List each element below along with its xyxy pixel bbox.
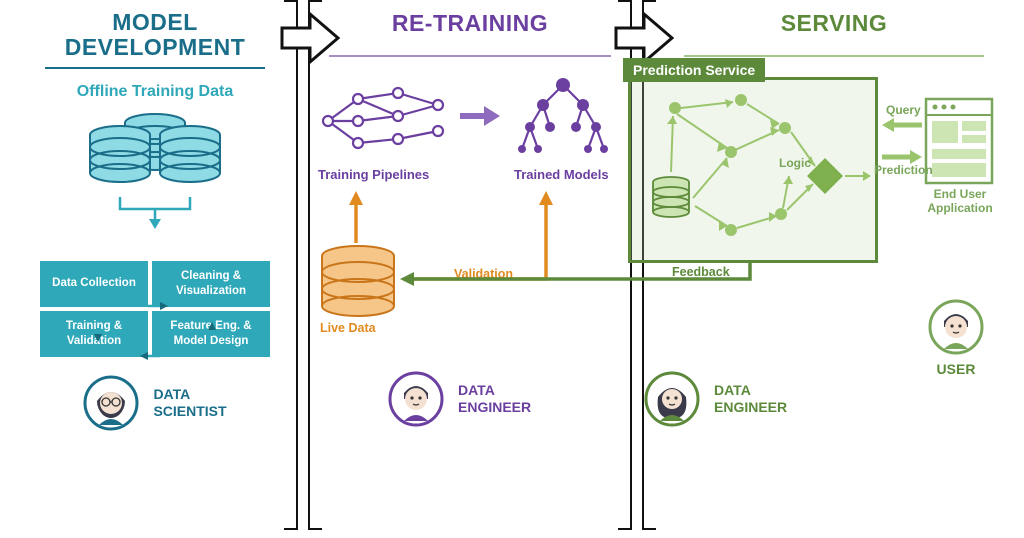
data-scientist-avatar-icon	[83, 375, 139, 431]
prediction-service-title: Prediction Service	[623, 58, 765, 82]
section-title: MODEL DEVELOPMENT	[30, 10, 280, 61]
prediction-label: Prediction	[874, 163, 933, 177]
role-label: DATA ENGINEER	[458, 382, 531, 416]
trained-models-icon	[510, 73, 616, 169]
serving-content: Prediction Service	[664, 67, 1004, 427]
role-label: USER	[937, 361, 976, 377]
role-row: DATA SCIENTIST	[83, 375, 226, 431]
logic-label: Logic	[779, 156, 811, 170]
flow-arrow-down-icon	[70, 195, 240, 231]
section-model-development: MODEL DEVELOPMENT Offline Training Data …	[30, 10, 280, 431]
divider	[329, 55, 611, 57]
data-engineer-avatar-icon	[644, 371, 700, 427]
role-label: DATA ENGINEER	[714, 382, 787, 416]
live-data-label: Live Data	[320, 321, 376, 335]
section-title: SERVING	[781, 10, 888, 37]
retrain-content: Training Pipelines Trained Models Live D…	[310, 67, 630, 427]
prediction-service-box: Prediction Service	[628, 77, 878, 263]
workflow-cycle-arrows-icon	[40, 282, 270, 378]
arrow-right-icon	[458, 103, 502, 129]
offline-data-label: Offline Training Data	[77, 83, 233, 101]
role-row-user: USER	[928, 299, 984, 377]
feedback-label: Feedback	[672, 265, 730, 279]
training-pipelines-icon	[318, 81, 448, 161]
trained-models-label: Trained Models	[514, 167, 609, 182]
section-retraining: RE-TRAINING Training Pipelines Trai	[310, 10, 630, 427]
query-label: Query	[886, 103, 921, 117]
training-pipelines-label: Training Pipelines	[318, 167, 429, 182]
user-avatar-icon	[928, 299, 984, 355]
role-row-engineer: DATA ENGINEER	[644, 371, 787, 427]
end-user-app-icon	[924, 97, 994, 185]
role-label: DATA SCIENTIST	[153, 386, 226, 420]
section-bracket-end-dev	[296, 0, 298, 530]
end-user-app-label: End User Application	[922, 187, 998, 216]
prediction-service-diagram-icon	[631, 80, 875, 256]
divider	[684, 55, 983, 57]
divider	[45, 67, 265, 69]
data-engineer-avatar-icon	[388, 371, 444, 427]
section-serving: SERVING Prediction Service	[664, 10, 1004, 427]
section-title: RE-TRAINING	[392, 10, 548, 37]
role-row: DATA ENGINEER	[388, 371, 531, 427]
database-stack-icon	[85, 113, 225, 199]
